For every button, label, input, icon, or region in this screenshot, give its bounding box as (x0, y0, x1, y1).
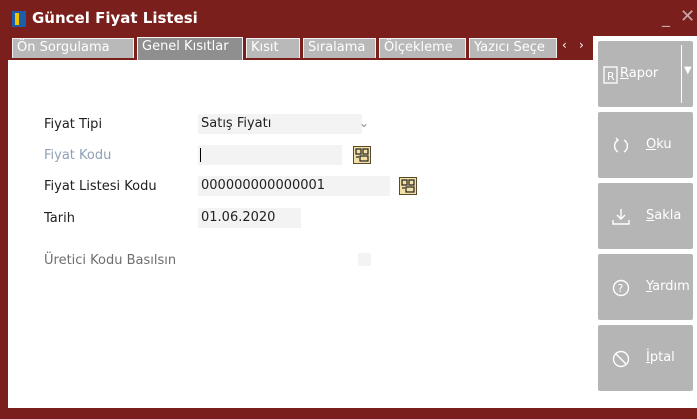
lookup-icon (355, 148, 369, 162)
uretici-kodu-label: Üretici Kodu Basılsın (44, 253, 177, 268)
tab-yazici-secenekleri[interactable]: Yazıcı Seçe (469, 38, 557, 58)
fiyat-listesi-kodu-label: Fiyat Listesi Kodu (44, 179, 157, 194)
tarih-label: Tarih (44, 211, 75, 226)
close-button[interactable]: ✕ (680, 6, 695, 27)
help-icon: ? (612, 279, 630, 297)
tab-olcekleme[interactable]: Ölçekleme (379, 38, 466, 58)
yardim-button[interactable]: ? Yardım (598, 254, 693, 320)
action-sidebar: R Rapor ▼ Oku Sakla ? Yardım İptal (593, 36, 697, 408)
fiyat-kodu-input[interactable] (198, 145, 342, 165)
rapor-label: Rapor (620, 66, 659, 81)
title-bar[interactable]: Güncel Fiyat Listesi _ ✕ (0, 0, 697, 36)
tab-strip: Ön Sorgulama Genel Kısıtlar Kısıt Sırala… (8, 36, 593, 60)
refresh-icon (613, 137, 629, 153)
svg-text:R: R (607, 70, 615, 83)
uretici-kodu-checkbox[interactable] (358, 253, 371, 266)
fiyat-listesi-kodu-lookup-button[interactable] (399, 177, 417, 195)
window-bottom-border (0, 408, 697, 419)
tab-genel-kisitlar[interactable]: Genel Kısıtlar (137, 37, 243, 60)
minimize-button[interactable]: _ (662, 8, 670, 27)
fiyat-listesi-kodu-value: 000000000000001 (201, 178, 326, 193)
yardim-label: Yardım (646, 279, 690, 294)
tab-scroll-right-icon[interactable]: › (579, 38, 584, 52)
iptal-button[interactable]: İptal (598, 325, 693, 391)
tab-scroll-left-icon[interactable]: ‹ (562, 38, 567, 52)
tarih-input[interactable]: 01.06.2020 (198, 208, 301, 228)
download-icon (612, 209, 630, 225)
cancel-icon (612, 350, 630, 368)
fiyat-listesi-kodu-input[interactable]: 000000000000001 (198, 176, 390, 196)
chevron-down-icon[interactable]: ⌄ (359, 116, 369, 130)
tarih-value: 01.06.2020 (201, 210, 276, 225)
tab-on-sorgulama[interactable]: Ön Sorgulama (12, 38, 134, 58)
fiyat-kodu-label: Fiyat Kodu (44, 148, 112, 163)
dialog-window: Güncel Fiyat Listesi _ ✕ Ön Sorgulama Ge… (0, 0, 697, 419)
sakla-label: Sakla (646, 208, 682, 223)
window-title: Güncel Fiyat Listesi (32, 9, 198, 27)
iptal-label: İptal (646, 350, 675, 365)
text-cursor (200, 148, 201, 162)
sakla-button[interactable]: Sakla (598, 183, 693, 249)
tab-siralama[interactable]: Sıralama (303, 38, 376, 58)
svg-text:?: ? (618, 282, 624, 295)
rapor-dropdown-icon[interactable]: ▼ (684, 65, 692, 76)
fiyat-tipi-label: Fiyat Tipi (44, 117, 103, 132)
rapor-button[interactable]: R Rapor ▼ (598, 41, 693, 107)
app-logo-icon (12, 11, 26, 27)
tab-content-panel: Ön Sorgulama Genel Kısıtlar Kısıt Sırala… (8, 36, 593, 408)
rapor-split-divider (681, 45, 682, 103)
fiyat-kodu-lookup-button[interactable] (353, 146, 371, 164)
lookup-icon (401, 179, 415, 193)
tab-kisit[interactable]: Kısıt (246, 38, 300, 58)
report-icon: R (603, 66, 618, 84)
oku-button[interactable]: Oku (598, 112, 693, 178)
fiyat-tipi-select[interactable]: Satış Fiyatı (198, 114, 362, 134)
fiyat-tipi-value: Satış Fiyatı (201, 116, 272, 131)
oku-label: Oku (646, 137, 672, 152)
